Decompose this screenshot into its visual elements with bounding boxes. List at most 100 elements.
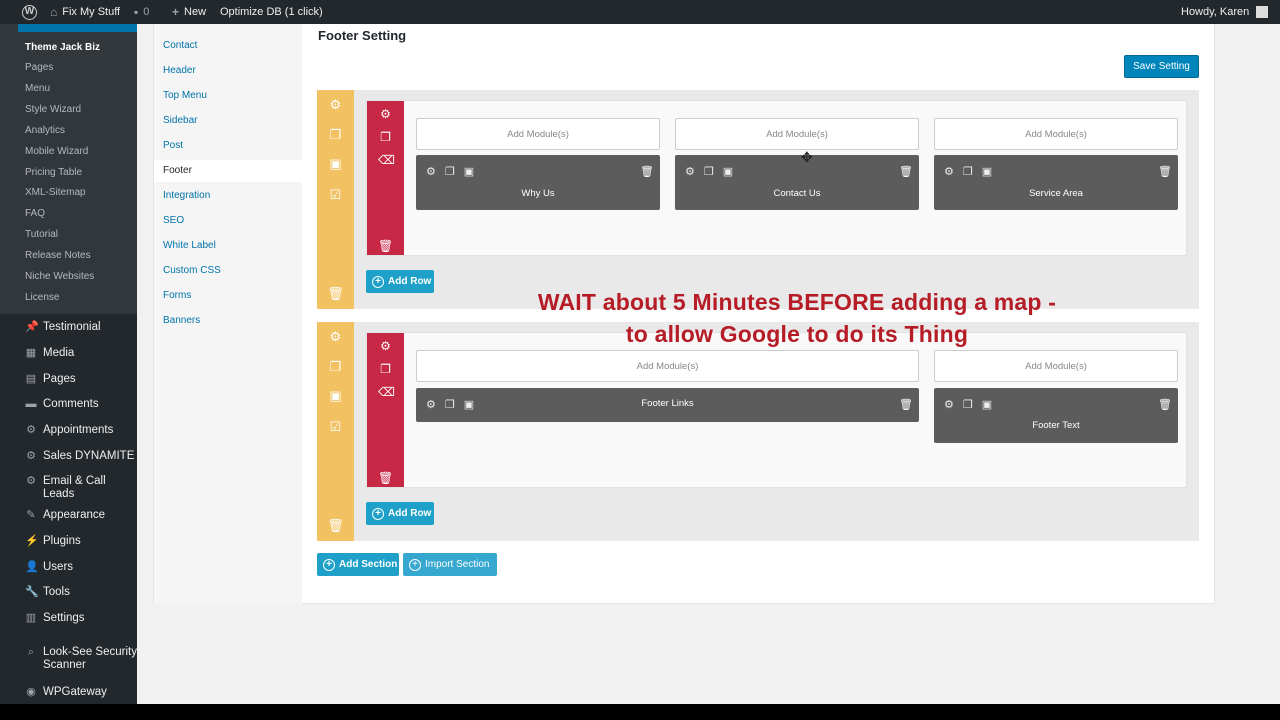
add-row-button[interactable]: + Add Row [366, 270, 434, 293]
settings-tab[interactable]: SEO [154, 210, 302, 232]
section-trash-icon[interactable]: 🗑 [327, 286, 344, 301]
settings-tab[interactable]: Post [154, 135, 302, 157]
add-module-button[interactable]: Add Module(s) [934, 118, 1178, 150]
save-icon[interactable]: ▣ [982, 398, 992, 411]
row-settings-gear-icon[interactable]: ⚙ [378, 339, 393, 353]
wordpress-logo-icon[interactable]: W [22, 0, 37, 24]
menu-item[interactable]: ⚙ Sales DYNAMITE [25, 450, 137, 463]
copy-icon[interactable]: ❐ [704, 165, 714, 178]
module-card[interactable]: ⚙ ❐ ▣ 🗑 Why Us [416, 155, 660, 210]
save-icon[interactable]: ▣ [464, 165, 474, 178]
section-copy-icon[interactable]: ❐ [327, 127, 344, 142]
gear-icon[interactable]: ⚙ [944, 165, 954, 178]
row-copy-icon[interactable]: ❐ [378, 130, 393, 144]
plus-circle-icon: + [372, 275, 384, 288]
copy-icon[interactable]: ❐ [963, 398, 973, 411]
trash-icon[interactable]: 🗑 [1158, 398, 1172, 411]
settings-tab[interactable]: Custom CSS [154, 260, 302, 282]
menu-item[interactable]: 👤 Users [25, 561, 137, 574]
settings-tab[interactable]: Footer [154, 160, 302, 182]
settings-tab[interactable]: Top Menu [154, 85, 302, 107]
submenu-item[interactable]: Style Wizard [25, 104, 81, 115]
submenu-item[interactable]: Pricing Table [25, 167, 82, 178]
settings-tab[interactable]: Banners [154, 310, 302, 332]
gear-icon[interactable]: ⚙ [426, 165, 436, 178]
menu-item[interactable]: ▤ Pages [25, 373, 137, 386]
trash-icon[interactable]: 🗑 [1158, 165, 1172, 178]
submenu-item[interactable]: Pages [25, 62, 53, 73]
module-card[interactable]: ⚙ ❐ ▣ 🗑 Service Area [934, 155, 1178, 210]
copy-icon[interactable]: ❐ [445, 165, 455, 178]
section-check-icon[interactable]: ☑ [327, 419, 344, 434]
add-module-button[interactable]: Add Module(s) [934, 350, 1178, 382]
menu-item[interactable]: ⚙ Email & Call Leads [25, 475, 137, 501]
module-card[interactable]: ⚙ ❐ ▣ 🗑 Contact Us [675, 155, 919, 210]
section-settings-gear-icon[interactable]: ⚙ [327, 97, 344, 112]
menu-item[interactable]: ▥ Settings [25, 612, 137, 625]
menu-item[interactable]: ▦ Media [25, 347, 137, 360]
section-save-icon[interactable]: ▣ [327, 156, 344, 171]
menu-item-label: Appearance [43, 509, 106, 521]
add-module-button[interactable]: Add Module(s) [416, 118, 660, 150]
section-check-icon[interactable]: ☑ [327, 187, 344, 202]
settings-icon: ▥ [25, 612, 37, 624]
row-copy-icon[interactable]: ❐ [378, 362, 393, 376]
optimize-db-link[interactable]: Optimize DB (1 click) [220, 0, 323, 24]
submenu-item[interactable]: XML-Sitemap [25, 187, 86, 198]
new-content-link[interactable]: + New [172, 0, 206, 24]
menu-item[interactable]: ▬ Comments [25, 398, 137, 411]
row-trash-icon[interactable]: 🗑 [378, 239, 393, 253]
submenu-item[interactable]: Analytics [25, 125, 65, 136]
gear-icon[interactable]: ⚙ [685, 165, 695, 178]
row-clear-icon[interactable]: ⌫ [378, 385, 395, 399]
menu-item[interactable]: ◉ WPGateway [25, 686, 137, 699]
comments-link[interactable]: ▪ 0 [134, 0, 149, 24]
settings-tab[interactable]: Forms [154, 285, 302, 307]
import-section-button[interactable]: + Import Section [403, 553, 497, 576]
copy-icon[interactable]: ❐ [963, 165, 973, 178]
trash-icon[interactable]: 🗑 [640, 165, 654, 178]
save-icon[interactable]: ▣ [723, 165, 733, 178]
submenu-item[interactable]: Menu [25, 83, 50, 94]
submenu-item[interactable]: Tutorial [25, 229, 58, 240]
media-icon: ▦ [25, 347, 37, 359]
section-trash-icon[interactable]: 🗑 [327, 518, 344, 533]
settings-tab[interactable]: Header [154, 60, 302, 82]
settings-tab[interactable]: White Label [154, 235, 302, 257]
trash-icon[interactable]: 🗑 [899, 165, 913, 178]
add-module-button[interactable]: Add Module(s) [416, 350, 919, 382]
section-save-icon[interactable]: ▣ [327, 388, 344, 403]
submenu-item[interactable]: Niche Websites [25, 271, 94, 282]
section-settings-gear-icon[interactable]: ⚙ [327, 329, 344, 344]
section-copy-icon[interactable]: ❐ [327, 359, 344, 374]
settings-tab[interactable]: Contact [154, 35, 302, 57]
row-clear-icon[interactable]: ⌫ [378, 153, 395, 167]
gear-icon[interactable]: ⚙ [944, 398, 954, 411]
menu-item[interactable]: ⚡ Plugins [25, 535, 137, 548]
save-setting-button[interactable]: Save Setting [1124, 55, 1199, 78]
add-row-button[interactable]: + Add Row [366, 502, 434, 525]
settings-tab[interactable]: Integration [154, 185, 302, 207]
save-icon[interactable]: ▣ [982, 165, 992, 178]
menu-item[interactable]: ⚙ Appointments [25, 424, 137, 437]
row-settings-gear-icon[interactable]: ⚙ [378, 107, 393, 121]
submenu-item[interactable]: Release Notes [25, 250, 91, 261]
submenu-item[interactable]: Mobile Wizard [25, 146, 88, 157]
submenu-item[interactable]: Theme Jack Biz [25, 42, 100, 53]
row-trash-icon[interactable]: 🗑 [378, 471, 393, 485]
site-name-link[interactable]: ⌂ Fix My Stuff [50, 0, 120, 24]
module-card[interactable]: ⚙ ❐ ▣ 🗑 Footer Links [416, 388, 919, 422]
add-section-button[interactable]: + Add Section [317, 553, 399, 576]
menu-item[interactable]: 📌 Testimonial [25, 321, 137, 334]
menu-item[interactable]: 🔧 Tools [25, 586, 137, 599]
settings-tab[interactable]: Sidebar [154, 110, 302, 132]
add-module-button[interactable]: Add Module(s) [675, 118, 919, 150]
module-card[interactable]: ⚙ ❐ ▣ 🗑 Footer Text [934, 388, 1178, 443]
submenu-item[interactable]: License [25, 292, 59, 303]
menu-item-label: Media [43, 347, 75, 359]
submenu-item[interactable]: FAQ [25, 208, 45, 219]
menu-item[interactable]: ⌕ Look-See Security Scanner [25, 646, 137, 672]
menu-item[interactable]: ✎ Appearance [25, 509, 137, 522]
avatar [1256, 6, 1269, 18]
my-account-link[interactable]: Howdy, Karen [1181, 0, 1269, 24]
